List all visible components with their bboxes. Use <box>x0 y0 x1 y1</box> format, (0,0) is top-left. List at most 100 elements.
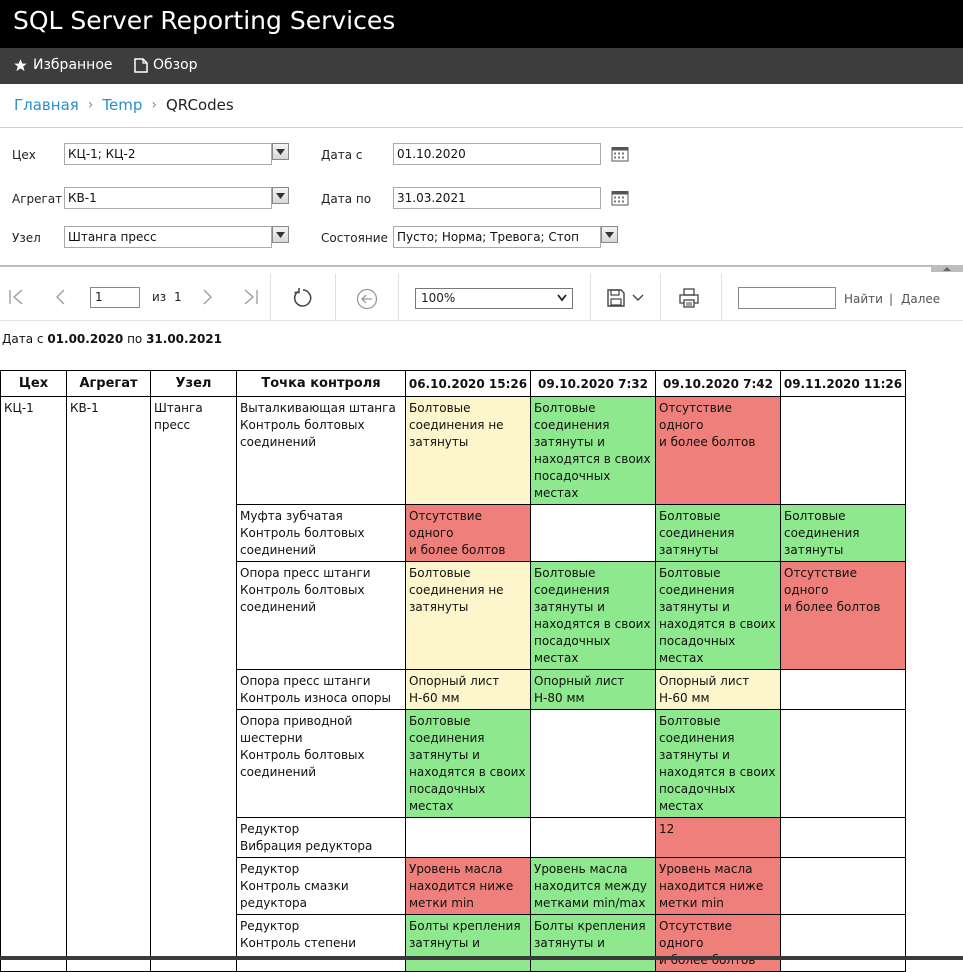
param-shop-input[interactable]: КЦ-1; КЦ-2 <box>64 143 272 165</box>
column-header: Цех <box>0 370 67 397</box>
chevron-down-icon <box>276 148 285 155</box>
toolbar-separator <box>660 274 661 321</box>
nav-favorites-label: Избранное <box>33 57 113 73</box>
chevron-down-icon <box>276 192 285 199</box>
param-state-label: Состояние <box>321 231 388 245</box>
page-number-input[interactable]: 1 <box>90 287 140 308</box>
breadcrumb-current: QRCodes <box>166 96 234 114</box>
star-icon <box>14 58 27 71</box>
back-to-parent-button[interactable] <box>355 287 379 311</box>
param-unit-input[interactable]: КВ-1 <box>64 187 272 209</box>
param-state-input[interactable]: Пусто; Норма; Тревога; Стоп <box>393 226 601 248</box>
status-cell <box>780 669 906 710</box>
toolbar-separator <box>398 274 399 321</box>
breadcrumb-folder[interactable]: Temp <box>102 96 142 114</box>
refresh-button[interactable] <box>290 286 314 310</box>
toolbar-separator <box>590 274 591 321</box>
status-cell <box>530 504 656 562</box>
status-cell: Уровень масла находится между метками mi… <box>530 857 656 915</box>
chevron-right-icon <box>203 289 212 305</box>
document-icon <box>134 57 148 73</box>
param-date-to-label: Дата по <box>321 192 372 206</box>
nav-browse-label: Обзор <box>153 57 198 73</box>
chevron-down-icon <box>605 231 614 238</box>
status-cell: Болтовые соединения не затянуты <box>405 561 531 670</box>
status-cell <box>405 817 531 858</box>
chevron-down-icon <box>276 231 285 238</box>
report-date-to: 31.00.2021 <box>146 332 222 346</box>
print-button[interactable] <box>678 287 700 309</box>
control-point-cell: Выталкивающая штанга Контроль болтовых с… <box>236 396 406 505</box>
breadcrumb-home[interactable]: Главная <box>14 96 79 114</box>
param-node-dropdown[interactable] <box>272 226 289 243</box>
breadcrumb: Главная › Temp › QRCodes <box>14 96 234 114</box>
column-header: 09.10.2020 7:42 <box>655 370 781 397</box>
report-table: Цех Агрегат Узел Точка контроля 06.10.2020 1… <box>0 370 906 972</box>
find-divider: | <box>889 292 894 306</box>
param-unit-label: Агрегат <box>12 192 63 206</box>
param-unit-dropdown[interactable] <box>272 187 289 204</box>
toolbar-separator <box>335 274 336 321</box>
previous-page-button[interactable] <box>52 289 68 305</box>
param-date-from-input[interactable]: 01.10.2020 <box>393 143 601 165</box>
status-cell <box>780 396 906 505</box>
control-point-cell: Опора пресс штанги Контроль износа опоры <box>236 669 406 710</box>
find-button[interactable]: Найти <box>844 292 883 306</box>
export-button[interactable] <box>606 288 646 308</box>
status-cell: Отсутствие одного и более болтов <box>655 396 781 505</box>
status-cell: Болты крепления затянуты и <box>405 914 531 972</box>
chevron-left-icon <box>56 289 65 305</box>
status-cell: Болтовые соединения затянуты и находятся… <box>530 561 656 670</box>
status-cell: Болтовые соединения затянуты и находятся… <box>530 396 656 505</box>
table-body: КЦ-1 КВ-1 Штанга пресс Выталкивающая штанга… <box>0 396 906 972</box>
param-date-from-label: Дата с <box>321 148 363 162</box>
zoom-select[interactable]: 100% <box>415 288 573 309</box>
nav-favorites[interactable]: Избранное <box>13 57 113 73</box>
column-header: Узел <box>150 370 237 397</box>
last-page-button[interactable] <box>242 289 260 305</box>
toolbar-separator <box>270 274 271 321</box>
control-point-cell: Опора приводной шестерни Контроль болтов… <box>236 709 406 818</box>
column-header: 09.11.2020 11:26 <box>780 370 906 397</box>
report-date-prefix: Дата с <box>2 332 44 346</box>
status-cell <box>780 914 906 972</box>
param-node-label: Узел <box>12 231 41 245</box>
column-header: Агрегат <box>66 370 151 397</box>
param-state-dropdown[interactable] <box>601 226 618 243</box>
app-title: SQL Server Reporting Services <box>0 0 963 48</box>
status-cell: Опорный лист Н-80 мм <box>530 669 656 710</box>
status-cell: Болтовые соединения затянуты и находятся… <box>405 709 531 818</box>
status-cell: Уровень масла находится ниже метки min <box>405 857 531 915</box>
param-shop-label: Цех <box>12 148 36 162</box>
calendar-icon[interactable] <box>611 189 629 206</box>
printer-icon <box>679 288 699 308</box>
nav-browse[interactable]: Обзор <box>134 57 198 73</box>
calendar-icon[interactable] <box>611 145 629 162</box>
horizontal-scrollbar[interactable] <box>0 956 963 960</box>
control-point-cell: Редуктор Контроль степени <box>236 914 406 972</box>
last-page-icon <box>244 289 258 305</box>
status-cell <box>530 709 656 818</box>
report-date-mid: по <box>127 332 143 346</box>
chevron-right-icon: › <box>87 97 94 113</box>
column-header: 09.10.2020 7:32 <box>530 370 656 397</box>
status-cell: Болтовые соединения затянуты и находятся… <box>655 709 781 818</box>
report-date-range: Дата с 01.00.2020 по 31.00.2021 <box>2 332 222 346</box>
chevron-up-icon <box>943 267 951 271</box>
table-header-row: Цех Агрегат Узел Точка контроля 06.10.2020 1… <box>0 370 906 397</box>
control-point-cell: Муфта зубчатая Контроль болтовых соедине… <box>236 504 406 562</box>
find-text-input[interactable] <box>738 287 836 309</box>
status-cell: Опорный лист Н-60 мм <box>655 669 781 710</box>
status-cell <box>780 817 906 858</box>
page-of-label: из <box>152 290 167 304</box>
column-header: 06.10.2020 15:26 <box>405 370 531 397</box>
status-cell <box>780 709 906 818</box>
param-shop-dropdown[interactable] <box>272 143 289 160</box>
first-page-button[interactable] <box>7 289 25 305</box>
param-date-to-input[interactable]: 31.03.2021 <box>393 187 601 209</box>
find-next-button[interactable]: Далее <box>901 292 940 306</box>
control-point-cell: Редуктор Вибрация редуктора <box>236 817 406 858</box>
param-node-input[interactable]: Штанга пресс <box>64 226 272 248</box>
collapse-parameters-button[interactable] <box>931 266 963 272</box>
next-page-button[interactable] <box>200 289 216 305</box>
